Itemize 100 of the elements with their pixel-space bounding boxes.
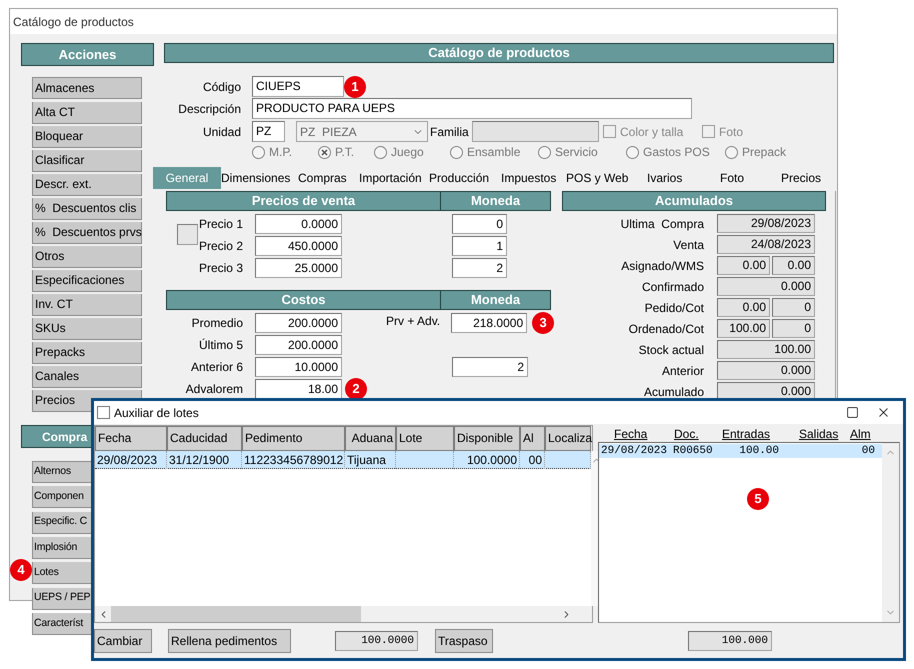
square-button[interactable]: [177, 224, 198, 245]
currency-field[interactable]: 2: [452, 357, 528, 377]
radio-button[interactable]: [450, 146, 463, 158]
readout-field: 0.00: [717, 298, 770, 317]
currency-field[interactable]: 2: [452, 258, 507, 278]
table-cell: 31/12/1900: [169, 453, 230, 467]
column-header[interactable]: Aduana: [345, 426, 396, 451]
tab[interactable]: Producción: [429, 167, 501, 189]
list-row[interactable]: 29/08/2023 R00650 100.00 00: [599, 444, 882, 458]
field-label: Descripción: [177, 100, 241, 118]
column-header[interactable]: Caducidad: [167, 426, 242, 451]
checkbox-label: Color y talla: [620, 124, 684, 140]
sidebar-button[interactable]: Almacenes: [32, 77, 142, 99]
column-header[interactable]: Fecha: [614, 425, 674, 441]
cost-field[interactable]: 10.0000: [255, 357, 342, 377]
column-header[interactable]: Fecha: [95, 426, 167, 451]
column-header[interactable]: Salidas: [799, 425, 850, 441]
cost-field[interactable]: 18.00: [255, 379, 342, 399]
column-header[interactable]: Alm: [850, 425, 871, 441]
column-header[interactable]: Entradas: [722, 425, 799, 441]
currency-field[interactable]: 0: [452, 214, 507, 234]
sidebar-button[interactable]: % Descuentos clis: [32, 198, 142, 220]
price-field[interactable]: 450.0000: [255, 236, 342, 256]
readout-field: 0.000: [717, 361, 815, 380]
currency-field[interactable]: 1: [452, 236, 507, 256]
tab[interactable]: Precios: [781, 167, 834, 189]
sidebar-button[interactable]: % Descuentos prvs: [32, 222, 142, 244]
sidebar-button[interactable]: Clasificar: [32, 150, 142, 172]
readout-field: 100.00: [717, 340, 815, 359]
dialog-button[interactable]: Traspaso: [435, 628, 493, 652]
column-header[interactable]: Lote: [396, 426, 454, 451]
readout-field: 0: [772, 298, 815, 317]
column-header[interactable]: Disponible: [454, 426, 520, 451]
number-badge: 4: [10, 559, 32, 581]
radio-button[interactable]: [252, 146, 265, 158]
field-label: Ultima Compra: [620, 216, 704, 232]
field-label: Último 5: [198, 337, 243, 354]
radio-button[interactable]: [538, 146, 551, 158]
column-header[interactable]: Localiza: [545, 426, 591, 451]
section-header: Acciones: [21, 43, 154, 66]
table-cell: Tijuana: [347, 453, 386, 467]
field-label: Anterior 6: [190, 359, 243, 376]
description-field[interactable]: PRODUCTO PARA UEPS: [252, 98, 692, 119]
cost-field[interactable]: 200.0000: [255, 335, 342, 355]
sidebar-button[interactable]: Prepacks: [32, 342, 142, 364]
vertical-scrollbar[interactable]: [882, 443, 899, 622]
radio-button[interactable]: [318, 146, 331, 158]
unit-dropdown[interactable]: PZ PIEZA: [296, 121, 428, 142]
readout-field: 0.00: [772, 256, 815, 275]
readout-field: 24/08/2023: [717, 235, 815, 254]
number-badge: 2: [345, 378, 367, 400]
sidebar-button[interactable]: SKUs: [32, 318, 142, 340]
tab[interactable]: Impuestos: [501, 167, 566, 189]
sidebar-button[interactable]: Otros: [32, 246, 142, 268]
tab[interactable]: Importación: [359, 167, 429, 189]
dialog-button[interactable]: Rellena pedimentos: [168, 628, 291, 652]
horizontal-scrollbar[interactable]: [95, 606, 592, 622]
x-mark-icon: [321, 148, 328, 156]
column-header[interactable]: Pedimento: [242, 426, 345, 451]
column-header[interactable]: Doc.: [674, 425, 722, 441]
field-label: Stock actual: [638, 342, 704, 358]
price-field[interactable]: 25.0000: [255, 258, 342, 278]
unit-field[interactable]: PZ: [252, 121, 285, 142]
sidebar-button[interactable]: Canales: [32, 366, 142, 388]
cost-field[interactable]: 218.0000: [451, 313, 528, 333]
window-title: Catálogo de productos: [13, 14, 134, 30]
number-badge: 1: [344, 76, 366, 98]
radio-button[interactable]: [626, 146, 639, 158]
radio-label: Servicio: [555, 144, 598, 161]
list-cell: 29/08/2023: [601, 445, 668, 457]
radio-button[interactable]: [374, 146, 387, 158]
column-header[interactable]: Al: [520, 426, 545, 451]
readout-field: 0.00: [717, 256, 770, 275]
sidebar-button[interactable]: Inv. CT: [32, 294, 142, 316]
list-cell: 100.00: [739, 445, 779, 457]
section-header: Moneda: [441, 290, 551, 310]
dialog-button[interactable]: Cambiar: [94, 628, 152, 652]
readout-field: 100.00: [717, 319, 770, 338]
price-field[interactable]: 0.0000: [255, 214, 342, 234]
sidebar-button[interactable]: Bloquear: [32, 126, 142, 148]
maximize-icon[interactable]: [846, 406, 859, 419]
field-label: Precio 1: [198, 216, 243, 233]
tab[interactable]: Ivarios: [647, 167, 720, 189]
tab[interactable]: Dimensiones: [221, 167, 298, 189]
radio-label: Juego: [391, 144, 424, 161]
field-label: Unidad: [202, 124, 241, 140]
field-label: Advalorem: [184, 381, 243, 398]
radio-label: Gastos POS: [643, 144, 710, 161]
tab[interactable]: Foto: [720, 167, 781, 189]
sidebar-button[interactable]: Alta CT: [32, 102, 142, 124]
radio-button[interactable]: [725, 146, 738, 158]
code-field[interactable]: CIUEPS: [252, 76, 344, 97]
sidebar-button[interactable]: Descr. ext.: [32, 174, 142, 196]
tab[interactable]: Compras: [298, 167, 359, 189]
table-row[interactable]: 29/08/2023 31/12/1900 112233456789012 Tijuana 100.0000 00: [95, 451, 591, 469]
checkbox-label: Foto: [719, 124, 744, 140]
cost-field[interactable]: 200.0000: [255, 313, 342, 333]
scroll-thumb[interactable]: [111, 606, 361, 622]
tab[interactable]: POS y Web: [566, 167, 647, 189]
sidebar-button[interactable]: Especificaciones: [32, 270, 142, 292]
